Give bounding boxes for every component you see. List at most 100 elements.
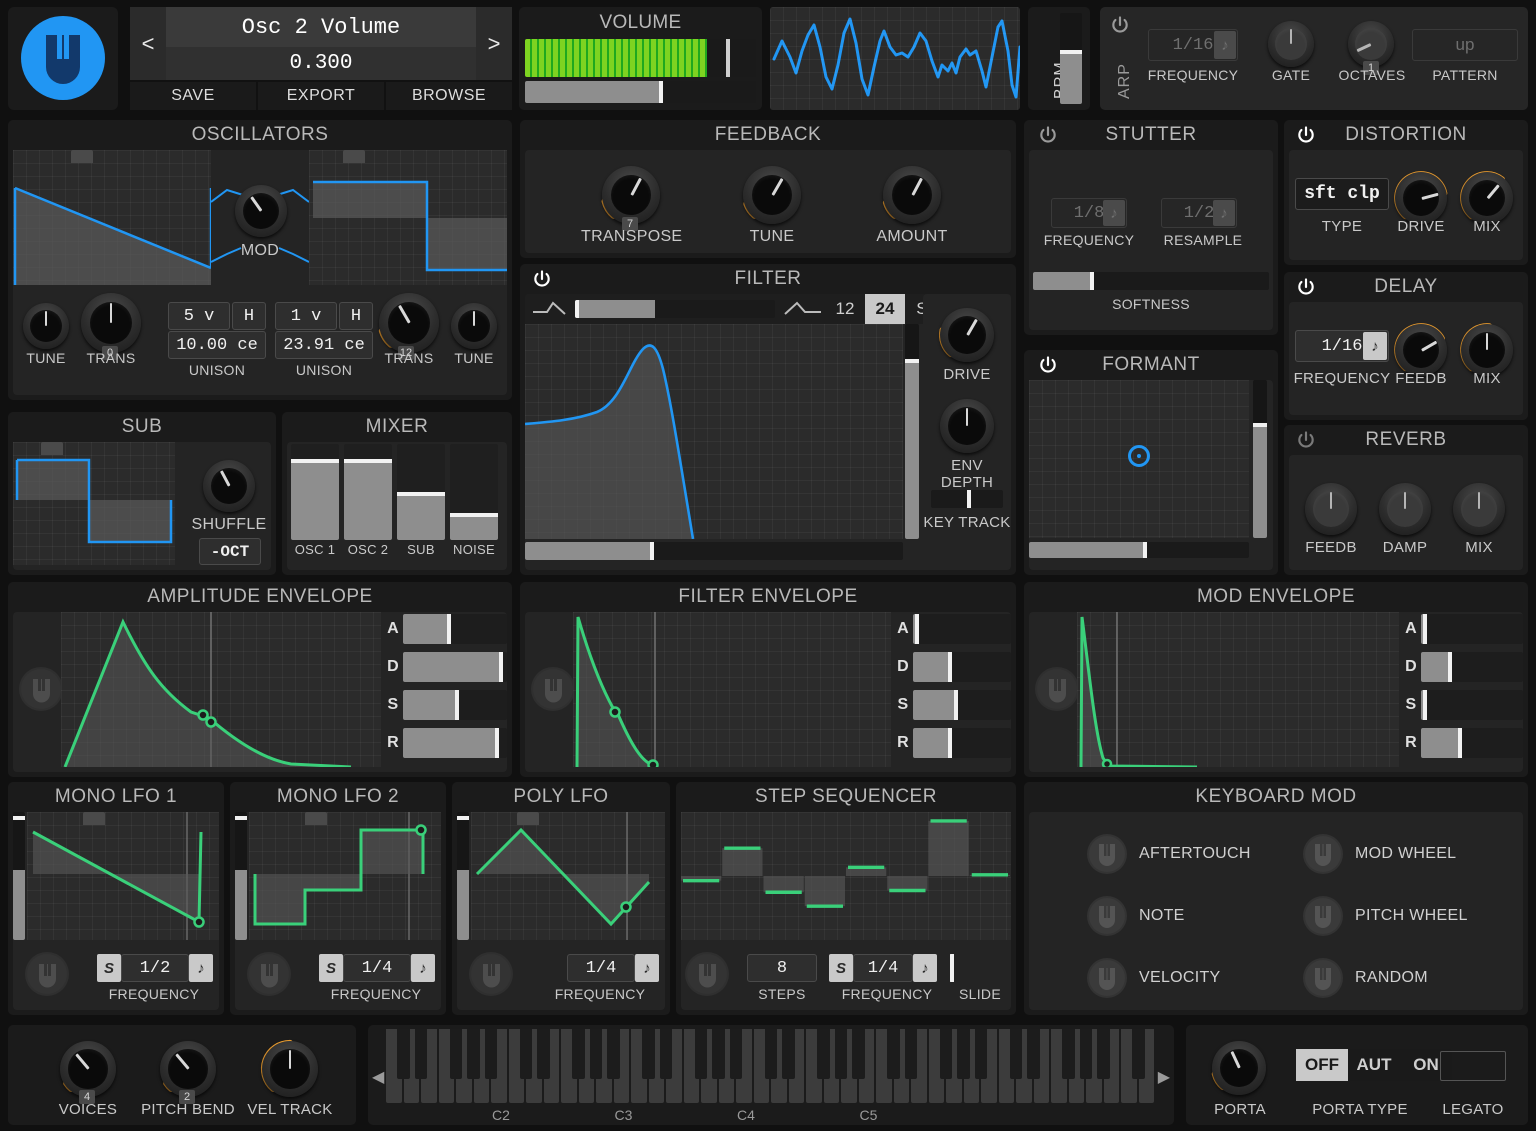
keyboard-scroll-right[interactable]: ▶	[1158, 1067, 1170, 1087]
piano-black-key[interactable]	[572, 1029, 585, 1079]
osc2-waveform-display[interactable]	[309, 150, 507, 285]
mod-envelope-display[interactable]	[1077, 612, 1399, 767]
piano-black-key[interactable]	[484, 1029, 498, 1079]
voices-knob[interactable]: 4	[60, 1041, 116, 1104]
porta-knob[interactable]	[1211, 1041, 1266, 1095]
keyboard-mod-source[interactable]: MOD WHEEL	[1303, 834, 1456, 874]
step-sequencer-slide-slider[interactable]	[949, 954, 1009, 982]
browse-button[interactable]: BROWSE	[386, 82, 512, 110]
piano-black-key[interactable]	[1097, 1029, 1110, 1079]
arp-frequency-note-icon[interactable]: ♪	[1214, 31, 1236, 59]
osc2-unison-detune[interactable]: 23.91 ce	[275, 331, 373, 359]
sub-shuffle-knob[interactable]	[203, 460, 255, 512]
distortion-drive-knob[interactable]	[1394, 171, 1448, 224]
reverb-damp-knob[interactable]	[1379, 483, 1431, 535]
mod-source-handle-icon[interactable]	[1303, 834, 1343, 874]
poly-lfo-display[interactable]	[471, 812, 665, 940]
step-sequencer-frequency-value[interactable]: 1/4	[853, 954, 913, 982]
keyboard-scroll-left[interactable]: ◀	[372, 1067, 384, 1087]
sub-waveform-display[interactable]	[13, 442, 175, 565]
mixer-channel[interactable]: OSC 1	[291, 442, 339, 570]
feedback-tune-knob[interactable]	[743, 166, 801, 224]
piano-black-key[interactable]	[887, 1029, 900, 1079]
osc2-tune-knob[interactable]	[451, 303, 497, 349]
arp-gate-knob[interactable]	[1268, 21, 1314, 67]
save-button[interactable]: SAVE	[130, 82, 256, 110]
piano-black-key[interactable]	[852, 1029, 865, 1079]
filter-resonance-slider[interactable]	[905, 324, 919, 539]
mono-lfo-2-sync-button[interactable]: S	[319, 954, 343, 982]
porta-type-aut[interactable]: AUT	[1348, 1049, 1400, 1081]
piano-black-key[interactable]	[1132, 1029, 1145, 1079]
arp-power-button[interactable]	[1110, 15, 1130, 35]
piano-black-key[interactable]	[1062, 1029, 1075, 1079]
keyboard-mod-source[interactable]: VELOCITY	[1087, 958, 1221, 998]
piano-black-key[interactable]	[1009, 1029, 1023, 1079]
distortion-mix-knob[interactable]	[1460, 171, 1513, 224]
stutter-frequency-note-icon[interactable]: ♪	[1103, 200, 1125, 226]
adsr-slider[interactable]: S	[1403, 688, 1523, 722]
osc2-unison-voices[interactable]: 1 v	[275, 302, 337, 330]
filter-drive-knob[interactable]	[939, 308, 994, 362]
adsr-slider[interactable]: R	[385, 726, 507, 760]
formant-xy-handle[interactable]	[1128, 444, 1150, 467]
piano-black-key[interactable]	[782, 1029, 795, 1079]
piano-black-key[interactable]	[589, 1029, 603, 1079]
adsr-slider[interactable]: R	[895, 726, 1011, 760]
reverb-power-button[interactable]	[1296, 430, 1316, 450]
piano-black-key[interactable]	[817, 1029, 830, 1079]
step-sequencer-frequency-note-icon[interactable]: ♪	[913, 954, 937, 982]
poly-lfo-frequency-value[interactable]: 1/4	[567, 954, 635, 982]
piano-black-key[interactable]	[659, 1029, 673, 1079]
piano-black-key[interactable]	[694, 1029, 708, 1079]
mixer-channel[interactable]: OSC 2	[344, 442, 392, 570]
piano-black-key[interactable]	[642, 1029, 655, 1079]
formant-y-slider[interactable]	[1253, 380, 1267, 538]
mod-source-handle-icon[interactable]	[1303, 958, 1343, 998]
adsr-slider[interactable]: D	[385, 650, 507, 684]
stutter-resample-note-icon[interactable]: ♪	[1213, 200, 1235, 226]
preset-prev-button[interactable]: <	[130, 7, 166, 80]
filter-cutoff-slider[interactable]	[525, 542, 903, 560]
pitch-bend-knob[interactable]: 2	[160, 1041, 216, 1104]
piano-black-key[interactable]	[397, 1029, 410, 1079]
arp-pattern-value[interactable]: up	[1412, 29, 1518, 61]
mono-lfo-1-sync-button[interactable]: S	[97, 954, 121, 982]
export-button[interactable]: EXPORT	[258, 82, 384, 110]
keyboard-mod-source[interactable]: NOTE	[1087, 896, 1185, 936]
filter-envelope-display[interactable]	[573, 612, 891, 767]
delay-power-button[interactable]	[1296, 277, 1316, 297]
adsr-slider[interactable]: S	[895, 688, 1011, 722]
piano-black-key[interactable]	[519, 1029, 533, 1079]
preset-name[interactable]: Osc 2 Volume	[166, 7, 476, 47]
filter-power-button[interactable]	[532, 269, 552, 289]
filter-env-depth-knob[interactable]	[940, 399, 994, 453]
poly-lfo-amp-slider[interactable]	[457, 812, 469, 940]
mono-lfo-1-frequency-value[interactable]: 1/2	[121, 954, 189, 982]
mod-source-handle-icon[interactable]	[1087, 958, 1127, 998]
delay-feedb-knob[interactable]	[1394, 323, 1447, 376]
adsr-slider[interactable]: A	[385, 612, 507, 646]
adsr-slider[interactable]: A	[895, 612, 1011, 646]
mod-envelope-mod-source[interactable]	[1035, 667, 1079, 711]
osc1-tune-knob[interactable]	[23, 303, 69, 349]
preset-value[interactable]: 0.300	[166, 47, 476, 80]
mono-lfo-1-mod-source[interactable]	[25, 952, 69, 996]
osc2-unison-harmonize[interactable]: H	[339, 302, 373, 330]
poly-lfo-frequency-note-icon[interactable]: ♪	[635, 954, 659, 982]
volume-slider[interactable]	[525, 81, 756, 103]
mixer-channel[interactable]: SUB	[397, 442, 445, 570]
distortion-power-button[interactable]	[1296, 125, 1316, 145]
legato-checkbox[interactable]	[1440, 1051, 1506, 1081]
osc1-unison-harmonize[interactable]: H	[232, 302, 266, 330]
piano-black-key[interactable]	[414, 1029, 428, 1079]
piano-black-key[interactable]	[974, 1029, 988, 1079]
mixer-channel[interactable]: NOISE	[450, 442, 498, 570]
mono-lfo-1-display[interactable]	[27, 812, 219, 940]
formant-x-slider[interactable]	[1029, 542, 1249, 558]
piano-black-key[interactable]	[834, 1029, 848, 1079]
adsr-slider[interactable]: A	[1403, 612, 1523, 646]
mod-source-handle-icon[interactable]	[1087, 834, 1127, 874]
mono-lfo-1-amp-slider[interactable]	[13, 812, 25, 940]
piano-black-key[interactable]	[764, 1029, 778, 1079]
